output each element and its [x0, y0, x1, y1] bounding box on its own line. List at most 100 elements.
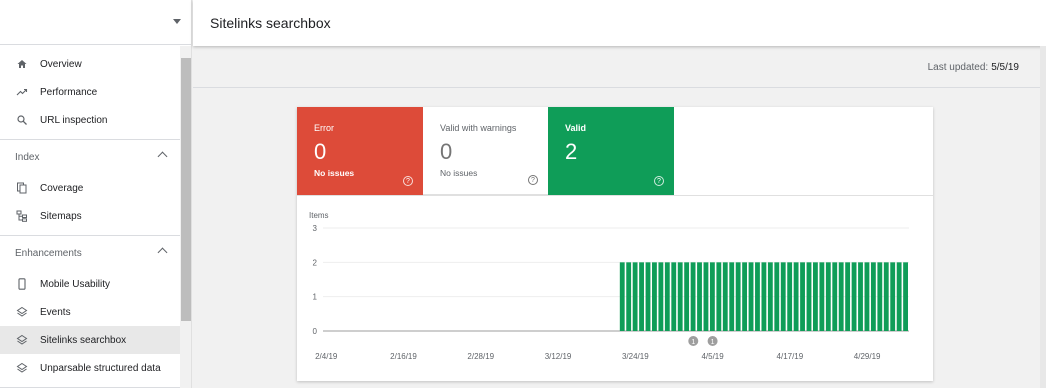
layers-icon: [16, 362, 28, 374]
chart-bar: [838, 262, 844, 331]
x-tick-label: 4/29/19: [854, 352, 881, 361]
section-header-enhancements[interactable]: Enhancements: [0, 236, 180, 270]
error-tile[interactable]: Error 0 No issues ?: [297, 107, 423, 195]
help-icon[interactable]: ?: [654, 176, 664, 186]
annotation-label: 1: [711, 339, 715, 346]
chevron-up-icon[interactable]: [157, 151, 168, 162]
chart-bar: [639, 262, 644, 331]
sidebar-item-label: Performance: [40, 86, 98, 98]
tile-label: Valid: [565, 123, 587, 133]
y-axis-label: Items: [309, 211, 329, 220]
last-updated: Last updated: 5/5/19: [193, 48, 1040, 88]
items-chart: Items 0 1 2 3 2/4/19 2/16/19 2/28/19 3/12/19 3/24…: [309, 211, 909, 361]
dropdown-caret-icon[interactable]: [173, 19, 181, 24]
sidebar-item-mobile-usability[interactable]: Mobile Usability: [0, 270, 180, 298]
warning-tile[interactable]: Valid with warnings 0 No issues ?: [423, 107, 549, 195]
chart-bar: [825, 262, 831, 331]
nav-list: Overview Performance URL inspection Inde…: [0, 45, 191, 388]
chart-bar: [780, 262, 786, 331]
layers-icon: [16, 306, 28, 318]
chart-bar: [697, 262, 702, 331]
tile-label: Valid with warnings: [440, 123, 517, 133]
chart-bar: [709, 262, 715, 331]
chart-bar: [877, 262, 883, 331]
sidebar-item-events[interactable]: Events: [0, 298, 180, 326]
sidebar-item-sitemaps[interactable]: Sitemaps: [0, 202, 180, 230]
divider: [297, 195, 933, 196]
chart-bar: [619, 262, 625, 331]
sidebar-item-unparsable-structured-data[interactable]: Unparsable structured data: [0, 354, 180, 382]
y-tick-label: 2: [313, 258, 318, 267]
sidebar-item-label: URL inspection: [40, 114, 108, 126]
chart-bar: [903, 262, 908, 331]
property-selector[interactable]: [0, 0, 191, 45]
chart-bar: [870, 262, 876, 331]
chart-bar: [632, 262, 638, 331]
sidebar-item-url-inspection[interactable]: URL inspection: [0, 106, 180, 134]
trending-icon: [16, 86, 28, 98]
chart-bar: [851, 262, 857, 331]
chart-bar: [845, 262, 851, 331]
sidebar-item-sitelinks-searchbox[interactable]: Sitelinks searchbox: [0, 326, 180, 354]
section-title: Enhancements: [15, 247, 82, 259]
sidebar-item-overview[interactable]: Overview: [0, 50, 180, 78]
layers-icon: [16, 334, 28, 346]
x-tick-label: 2/16/19: [390, 352, 417, 361]
help-icon[interactable]: ?: [528, 175, 538, 185]
annotation-label: 1: [691, 339, 695, 346]
section-title: Index: [15, 151, 40, 163]
chart-bar: [896, 262, 902, 331]
chart-bar: [883, 262, 889, 331]
chart-bar: [735, 262, 741, 331]
sidebar-item-label: Mobile Usability: [40, 278, 111, 290]
chart-bar: [645, 262, 651, 331]
chart-bar: [658, 262, 664, 331]
tile-label: Error: [314, 123, 334, 133]
chart-bar: [774, 262, 780, 331]
sidebar: Overview Performance URL inspection Inde…: [0, 0, 192, 388]
x-tick-label: 4/5/19: [701, 352, 724, 361]
last-updated-label: Last updated:: [927, 62, 989, 73]
section-header-index[interactable]: Index: [0, 140, 180, 174]
tile-sub: No issues: [440, 168, 478, 178]
chart-bar: [858, 262, 863, 331]
sidebar-item-performance[interactable]: Performance: [0, 78, 180, 106]
y-tick-label: 1: [313, 293, 318, 302]
chart-bar: [787, 262, 793, 331]
chart-bar: [703, 262, 709, 331]
coverage-icon: [16, 182, 28, 194]
x-tick-label: 3/12/19: [545, 352, 572, 361]
chart-bar: [652, 262, 657, 331]
search-icon: [16, 114, 28, 126]
tile-sub: No issues: [314, 168, 355, 178]
chart-bar: [684, 262, 690, 331]
chart-bar: [729, 262, 735, 331]
tile-count: 2: [565, 139, 578, 164]
x-tick-label: 4/17/19: [777, 352, 804, 361]
report-card: Error 0 No issues ? Valid with warnings …: [297, 107, 933, 381]
chart-bar: [742, 262, 748, 331]
home-icon: [16, 58, 28, 70]
sidebar-item-coverage[interactable]: Coverage: [0, 174, 180, 202]
sitemap-icon: [16, 210, 28, 222]
chart-bar: [690, 262, 696, 331]
chart-bar: [722, 262, 728, 331]
chart-bar: [793, 262, 799, 331]
page-scrollbar[interactable]: [1040, 46, 1046, 388]
valid-tile[interactable]: Valid 2 ?: [548, 107, 674, 195]
chart-bar: [716, 262, 722, 331]
scrollbar-thumb[interactable]: [181, 58, 191, 321]
y-tick-label: 0: [313, 327, 318, 336]
phone-icon: [16, 278, 28, 290]
help-icon[interactable]: ?: [403, 176, 413, 186]
chart-bar: [832, 262, 838, 331]
chart-bar: [800, 262, 805, 331]
chart-bar: [806, 262, 812, 331]
chart-bar: [813, 262, 818, 331]
sidebar-item-label: Unparsable structured data: [40, 362, 161, 374]
chart-bar: [748, 262, 754, 331]
chart-bar: [890, 262, 896, 331]
y-tick-label: 3: [313, 224, 318, 233]
sidebar-item-label: Sitelinks searchbox: [40, 334, 127, 346]
chevron-up-icon[interactable]: [157, 247, 168, 258]
